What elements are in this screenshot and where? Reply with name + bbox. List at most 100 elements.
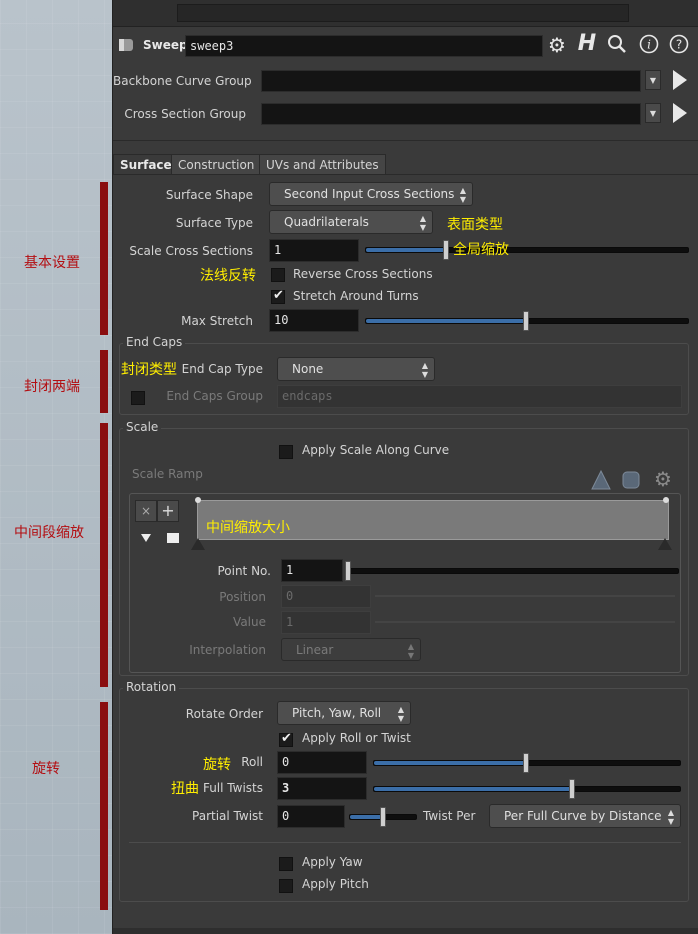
section-bar-basic	[100, 182, 108, 335]
point-no-field[interactable]: 1	[281, 559, 343, 582]
rotate-order-value: Pitch, Yaw, Roll	[292, 706, 382, 720]
max-stretch-slider-handle[interactable]	[523, 311, 529, 331]
apply-yaw-label: Apply Yaw	[302, 855, 363, 869]
apply-scale-along-curve-checkbox[interactable]	[279, 445, 293, 459]
scale-cross-sections-field[interactable]: 1	[269, 239, 359, 262]
annotation-surface-type: 表面类型	[447, 217, 503, 233]
reverse-cross-sections-checkbox[interactable]	[271, 268, 285, 282]
section-bar-scale	[100, 423, 108, 687]
scale-cross-sections-slider-fill	[366, 248, 447, 252]
cross-section-select-arrow-icon[interactable]	[673, 103, 687, 123]
svg-text:i: i	[647, 38, 651, 52]
roll-slider-fill	[374, 761, 527, 765]
full-twists-slider-fill	[374, 787, 573, 791]
partial-twist-slider-handle[interactable]	[380, 807, 386, 827]
node-name-field[interactable]: sweep3	[185, 35, 543, 57]
header-divider	[113, 140, 698, 141]
ramp-marker-right[interactable]	[658, 538, 672, 550]
surface-shape-dropdown[interactable]: Second Input Cross Sections ▲ ▼	[269, 182, 473, 206]
section-bar-rotation	[100, 702, 108, 910]
gear-icon[interactable]: ⚙	[545, 34, 569, 56]
point-no-slider-handle[interactable]	[345, 561, 351, 581]
ramp-toggle-icon[interactable]	[167, 533, 179, 543]
backbone-curve-field[interactable]	[261, 70, 641, 92]
scale-cross-sections-slider-handle[interactable]	[443, 240, 449, 260]
backbone-select-arrow-icon[interactable]	[673, 70, 687, 90]
interpolation-label: Interpolation	[189, 643, 266, 657]
cross-section-field[interactable]	[261, 103, 641, 125]
top-toolbar-remnant	[113, 0, 698, 27]
max-stretch-field[interactable]: 10	[269, 309, 359, 332]
full-twists-field[interactable]: 3	[277, 777, 367, 800]
ramp-gear-icon[interactable]: ⚙	[651, 468, 675, 490]
surface-type-dropdown[interactable]: Quadrilaterals ▲ ▼	[269, 210, 433, 234]
position-field[interactable]: 0	[281, 585, 371, 608]
node-header: Sweep sweep3 ⚙ H i ?	[113, 30, 698, 62]
partial-twist-field[interactable]: 0	[277, 805, 345, 828]
updown-arrows-icon: ▲ ▼	[419, 214, 426, 232]
scale-ramp-label: Scale Ramp	[132, 467, 203, 481]
ramp-key-right[interactable]	[663, 497, 669, 503]
position-slider[interactable]	[375, 595, 675, 597]
help-h-icon[interactable]: H	[575, 33, 599, 55]
apply-pitch-checkbox[interactable]	[279, 879, 293, 893]
tab-surface[interactable]: Surface	[113, 154, 179, 174]
svg-text:?: ?	[676, 38, 682, 52]
annotation-normal-flip: 法线反转	[200, 268, 256, 284]
node-type-label: Sweep	[143, 38, 188, 52]
apply-yaw-checkbox[interactable]	[279, 857, 293, 871]
end-cap-type-dropdown[interactable]: None ▲ ▼	[277, 357, 435, 381]
ramp-preset-icon[interactable]	[591, 469, 611, 490]
annotation-mid-scale: 中间段缩放	[14, 525, 84, 541]
rotate-order-dropdown[interactable]: Pitch, Yaw, Roll ▲ ▼	[277, 701, 411, 725]
twist-per-value: Per Full Curve by Distance	[504, 809, 662, 823]
ramp-channel-icon[interactable]	[621, 470, 641, 490]
surface-shape-label: Surface Shape	[165, 188, 253, 202]
full-twists-slider[interactable]	[373, 786, 681, 792]
roll-field[interactable]: 0	[277, 751, 367, 774]
reverse-cross-sections-label: Reverse Cross Sections	[293, 267, 433, 281]
point-no-slider[interactable]	[347, 568, 679, 574]
apply-roll-or-twist-checkbox[interactable]: ✔	[279, 731, 293, 747]
scale-cross-sections-slider[interactable]	[365, 247, 689, 253]
tab-construction[interactable]: Construction	[171, 154, 262, 174]
partial-twist-label: Partial Twist	[192, 809, 263, 823]
value-slider[interactable]	[375, 621, 675, 623]
annotation-twist: 扭曲	[171, 781, 199, 797]
value-field[interactable]: 1	[281, 611, 371, 634]
backbone-curve-label: Backbone Curve Group	[113, 74, 252, 88]
backbone-dropdown-button[interactable]: ▼	[645, 70, 661, 90]
apply-roll-or-twist-label: Apply Roll or Twist	[302, 731, 411, 745]
search-icon[interactable]	[605, 34, 629, 58]
twist-per-dropdown[interactable]: Per Full Curve by Distance ▲ ▼	[489, 804, 681, 828]
rotation-divider	[129, 842, 681, 843]
ramp-collapse-icon[interactable]	[141, 534, 151, 542]
end-caps-group-field[interactable]: endcaps	[277, 385, 682, 408]
end-cap-type-value: None	[292, 362, 324, 376]
scale-title: Scale	[123, 420, 162, 434]
apply-pitch-label: Apply Pitch	[302, 877, 369, 891]
end-caps-group-label: End Caps Group	[166, 389, 263, 403]
stretch-around-turns-label: Stretch Around Turns	[293, 289, 419, 303]
annotation-cap-type: 封闭类型	[121, 362, 177, 378]
interpolation-dropdown[interactable]: Linear ▲ ▼	[281, 638, 421, 661]
help-question-icon[interactable]: ?	[667, 34, 691, 58]
ramp-marker-left[interactable]	[191, 538, 205, 550]
twist-per-label: Twist Per	[423, 809, 476, 823]
sweep-node-icon	[117, 36, 137, 54]
updown-arrows-icon: ▲ ▼	[459, 186, 466, 204]
ramp-add-button[interactable]: +	[157, 500, 179, 522]
full-twists-slider-handle[interactable]	[569, 779, 575, 799]
cross-section-dropdown-button[interactable]: ▼	[645, 103, 661, 123]
stretch-around-turns-checkbox[interactable]: ✔	[271, 288, 285, 304]
max-stretch-slider-fill	[366, 319, 527, 323]
annotation-rotation: 旋转	[32, 761, 60, 777]
ramp-key-left[interactable]	[195, 497, 201, 503]
updown-arrows-icon: ▲ ▼	[397, 705, 404, 723]
tab-underline	[113, 174, 698, 175]
roll-slider-handle[interactable]	[523, 753, 529, 773]
tab-uvs-and-attributes[interactable]: UVs and Attributes	[259, 154, 386, 174]
ramp-remove-button[interactable]: ×	[135, 500, 157, 522]
scale-cross-sections-label: Scale Cross Sections	[129, 244, 253, 258]
info-icon[interactable]: i	[637, 34, 661, 58]
